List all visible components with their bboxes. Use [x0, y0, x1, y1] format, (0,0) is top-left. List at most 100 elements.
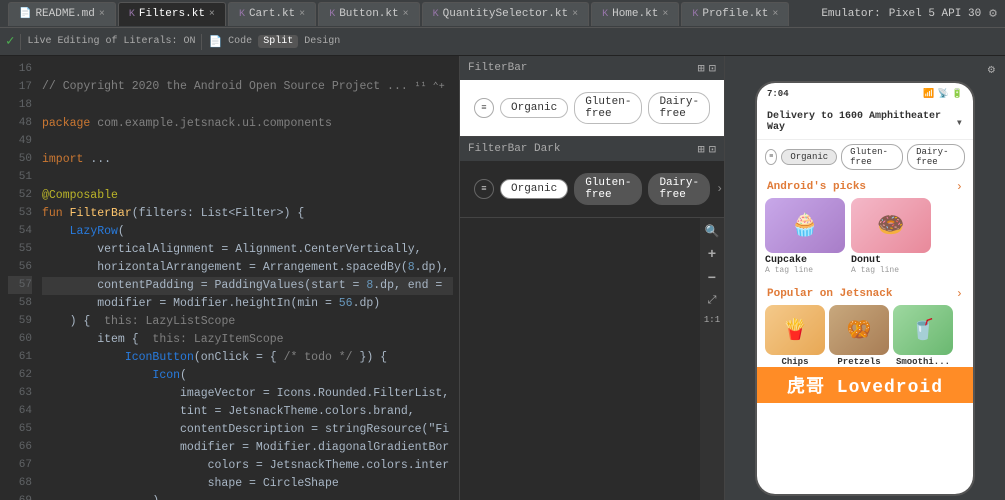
phone-chip-organic[interactable]: Organic	[781, 149, 837, 165]
tab-button-label: Button.kt	[339, 8, 398, 20]
settings-icon[interactable]: ⚙	[989, 6, 997, 21]
pretzels-item[interactable]: 🥨 Pretzels	[829, 305, 889, 367]
tab-profile[interactable]: K Profile.kt ×	[681, 2, 789, 26]
androids-picks-title: Android's picks	[767, 181, 866, 193]
close-icon[interactable]: ×	[209, 9, 215, 20]
live-editing-label[interactable]: Live Editing of Literals: ON	[27, 36, 195, 47]
phone-content: Delivery to 1600 Amphitheater Way ▾ ≡ Or…	[757, 105, 973, 494]
dropdown-arrow[interactable]: ▾	[956, 115, 963, 130]
tab-filters-label: Filters.kt	[139, 8, 205, 20]
emulator-panel: ⚙ 7:04 📶 📡 🔋 Delivery to 1600 Amphitheat…	[725, 56, 1005, 500]
tab-readme-label: README.md	[35, 8, 94, 20]
filter-bar-light-panel: FilterBar ⊞ ⊡ ≡ Organic Gluten-free Dair…	[460, 56, 724, 137]
phone-frame: 7:04 📶 📡 🔋 Delivery to 1600 Amphitheater…	[755, 81, 975, 496]
close-icon[interactable]: ×	[99, 9, 105, 20]
tab-home[interactable]: K Home.kt ×	[591, 2, 679, 26]
tab-quantity[interactable]: K QuantitySelector.kt ×	[422, 2, 589, 26]
settings-icon[interactable]: ⚙	[988, 62, 995, 77]
phone-chip-gluten[interactable]: Gluten-free	[841, 144, 903, 170]
donut-card[interactable]: 🍩 Donut A tag line	[851, 198, 931, 275]
smoothie-name: Smoothi...	[893, 357, 953, 367]
cupcake-name: Cupcake	[765, 255, 845, 266]
popular-arrow[interactable]: ›	[956, 287, 963, 301]
design-label[interactable]: Design	[304, 36, 340, 47]
tab-button[interactable]: K Button.kt ×	[318, 2, 419, 26]
device-name: Pixel 5 API 30	[889, 8, 981, 20]
readme-icon: 📄	[19, 8, 31, 20]
chip-gluten[interactable]: Gluten-free	[574, 92, 642, 124]
main-content: 16 17 18 48 49 50 51 52 53 54 55 56 57 5…	[0, 56, 1005, 500]
donut-image: 🍩	[851, 198, 931, 253]
tab-cart[interactable]: K Cart.kt ×	[228, 2, 316, 26]
filter-icon[interactable]: ≡	[474, 98, 494, 118]
smoothie-item[interactable]: 🥤 Smoothi...	[893, 305, 953, 367]
delivery-bar[interactable]: Delivery to 1600 Amphitheater Way ▾	[757, 105, 973, 140]
section-arrow[interactable]: ›	[956, 180, 963, 194]
chips-item[interactable]: 🍟 Chips	[765, 305, 825, 367]
preview-panels: FilterBar ⊞ ⊡ ≡ Organic Gluten-free Dair…	[460, 56, 725, 500]
pretzels-name: Pretzels	[829, 357, 889, 367]
phone-filter-chips: ≡ Organic Gluten-free Dairy-free	[757, 140, 973, 174]
filter-bar-light-title: FilterBar	[468, 62, 527, 74]
split-label[interactable]: Split	[258, 35, 298, 48]
code-label[interactable]: Code	[228, 36, 252, 47]
filter-bar-dark-title: FilterBar Dark	[468, 143, 560, 155]
chip-organic[interactable]: Organic	[500, 98, 568, 118]
cupcake-tag: A tag line	[765, 266, 845, 275]
chip-dairy[interactable]: Dairy-free	[648, 92, 710, 124]
filter-icon-dark[interactable]: ≡	[474, 179, 494, 199]
kt-icon: K	[602, 9, 608, 20]
plus-icon[interactable]: +	[708, 247, 716, 263]
chip-organic-dark[interactable]: Organic	[500, 179, 568, 199]
divider	[20, 34, 21, 50]
phone-time: 7:04	[767, 89, 789, 99]
more-chips-icon: ›	[716, 182, 723, 196]
close-icon[interactable]: ×	[403, 9, 409, 20]
refresh-icon[interactable]: ⊡	[709, 61, 716, 76]
watermark: 虎哥 Lovedroid	[757, 367, 973, 403]
chip-gluten-dark[interactable]: Gluten-free	[574, 173, 642, 205]
code-editor[interactable]: 16 17 18 48 49 50 51 52 53 54 55 56 57 5…	[0, 56, 460, 500]
filter-lines-icon: ≡	[769, 153, 773, 161]
chip-dairy-dark[interactable]: Dairy-free	[648, 173, 710, 205]
picks-cards-row: 🧁 Cupcake A tag line 🍩 Donut A tag line	[757, 198, 973, 281]
code-content[interactable]: // Copyright 2020 the Android Open Sourc…	[36, 56, 459, 500]
section-androids-picks: Android's picks ›	[757, 174, 973, 198]
tab-quantity-label: QuantitySelector.kt	[443, 8, 568, 20]
tab-bar: 📄 README.md × K Filters.kt × K Cart.kt ×…	[0, 0, 1005, 28]
code-icon: 📄	[208, 35, 222, 49]
close-icon[interactable]: ×	[772, 9, 778, 20]
donut-tag: A tag line	[851, 266, 931, 275]
fit-icon[interactable]: ⤢	[708, 295, 717, 307]
status-icons: 📶 📡 🔋	[923, 89, 963, 99]
expand-icon[interactable]: ⊞	[698, 61, 705, 76]
right-controls: Emulator: Pixel 5 API 30 ⚙	[821, 6, 997, 21]
toolbar: ✓ Live Editing of Literals: ON 📄 Code Sp…	[0, 28, 1005, 56]
cupcake-card[interactable]: 🧁 Cupcake A tag line	[765, 198, 845, 275]
delivery-text: Delivery to 1600 Amphitheater Way	[767, 111, 956, 133]
smoothie-image: 🥤	[893, 305, 953, 355]
phone-chip-dairy[interactable]: Dairy-free	[907, 144, 965, 170]
popular-items-row: 🍟 Chips 🥨 Pretzels 🥤 Smoothi...	[757, 305, 973, 367]
emulator-top-bar: ⚙	[729, 60, 1001, 79]
emulator-label: Emulator:	[821, 8, 880, 20]
tab-filters[interactable]: K Filters.kt ×	[118, 2, 226, 26]
tab-readme[interactable]: 📄 README.md ×	[8, 2, 116, 26]
watermark-text: 虎哥 Lovedroid	[787, 372, 943, 398]
expand-icon[interactable]: ⊞	[698, 142, 705, 157]
close-icon[interactable]: ×	[662, 9, 668, 20]
side-toolbar: 🔍 + − ⤢ 1:1	[700, 218, 724, 500]
phone-filter-icon[interactable]: ≡	[765, 149, 777, 165]
refresh-icon[interactable]: ⊡	[709, 142, 716, 157]
kt-icon: K	[692, 9, 698, 20]
section-popular: Popular on Jetsnack ›	[757, 281, 973, 305]
zoom-icon[interactable]: 🔍	[705, 224, 720, 239]
close-icon[interactable]: ×	[572, 9, 578, 20]
filter-list-icon-dark: ≡	[481, 184, 486, 194]
minus-icon[interactable]: −	[708, 271, 716, 287]
ratio-label: 1:1	[704, 315, 720, 325]
close-icon[interactable]: ×	[299, 9, 305, 20]
panel-header-dark: FilterBar Dark ⊞ ⊡	[460, 137, 724, 161]
panel-icons: ⊞ ⊡	[698, 61, 716, 76]
tab-home-label: Home.kt	[612, 8, 658, 20]
